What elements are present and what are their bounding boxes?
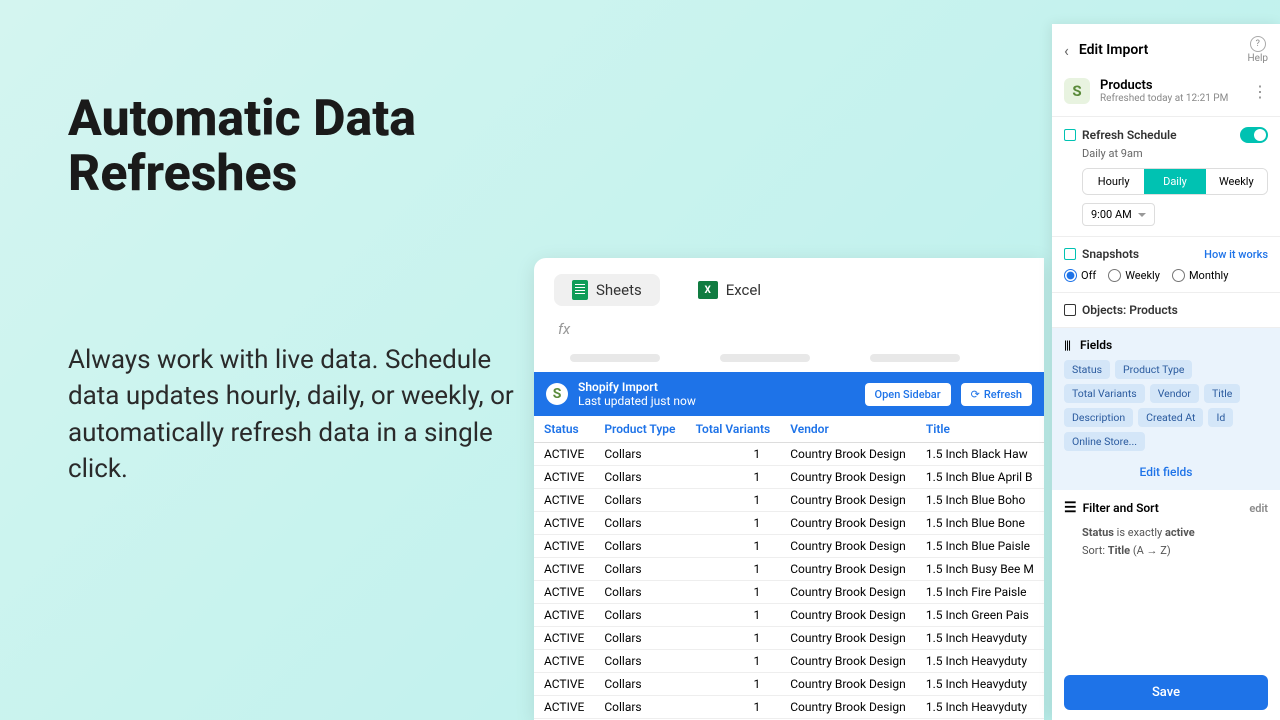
- back-button[interactable]: ‹: [1064, 41, 1069, 60]
- field-chip[interactable]: Total Variants: [1064, 384, 1145, 403]
- shopify-badge-icon: S: [546, 383, 568, 405]
- refresh-schedule-title: Refresh Schedule: [1082, 128, 1177, 142]
- banner-title: Shopify Import: [578, 380, 855, 394]
- snap-monthly[interactable]: Monthly: [1172, 269, 1229, 282]
- objects-title: Objects: Products: [1082, 303, 1178, 317]
- time-select[interactable]: 9:00 AM: [1082, 203, 1155, 226]
- table-row[interactable]: ACTIVECollars1Country Brook Design1.5 In…: [534, 604, 1044, 627]
- table-row[interactable]: ACTIVECollars1Country Brook Design1.5 In…: [534, 443, 1044, 466]
- how-it-works-link[interactable]: How it works: [1204, 248, 1268, 261]
- refresh-button[interactable]: ⟳Refresh: [961, 383, 1032, 406]
- table-row[interactable]: ACTIVECollars1Country Brook Design1.5 In…: [534, 558, 1044, 581]
- tab-excel-label: Excel: [726, 281, 761, 299]
- tab-sheets[interactable]: Sheets: [554, 274, 660, 306]
- col-header[interactable]: Title: [916, 416, 1044, 443]
- filter-icon: ☰: [1064, 500, 1077, 516]
- object-icon: [1064, 304, 1076, 316]
- import-banner: S Shopify Import Last updated just now O…: [534, 372, 1044, 416]
- snap-weekly[interactable]: Weekly: [1108, 269, 1160, 282]
- freq-hourly[interactable]: Hourly: [1083, 169, 1144, 194]
- snapshot-icon: [1064, 248, 1076, 260]
- table-row[interactable]: ACTIVECollars1Country Brook Design1.5 In…: [534, 466, 1044, 489]
- edit-fields-link[interactable]: Edit fields: [1140, 465, 1193, 479]
- spreadsheet-panel: Sheets X Excel fx S Shopify Import Last …: [534, 258, 1044, 720]
- sidebar-panel: ‹ Edit Import Help S Products Refreshed …: [1052, 24, 1280, 720]
- field-chip[interactable]: Online Store...: [1064, 432, 1145, 451]
- table-row[interactable]: ACTIVECollars1Country Brook Design1.5 In…: [534, 489, 1044, 512]
- formula-bar[interactable]: fx: [534, 314, 1044, 344]
- tab-sheets-label: Sheets: [596, 281, 642, 299]
- open-sidebar-button[interactable]: Open Sidebar: [865, 383, 951, 406]
- hero-title: Automatic Data Refreshes: [68, 92, 548, 202]
- table-row[interactable]: ACTIVECollars1Country Brook Design1.5 In…: [534, 696, 1044, 719]
- sidebar-title: Edit Import: [1079, 42, 1238, 58]
- fields-title: Fields: [1080, 338, 1112, 352]
- product-badge-icon: S: [1064, 78, 1090, 104]
- field-chip[interactable]: Description: [1064, 408, 1133, 427]
- table-row[interactable]: ACTIVECollars1Country Brook Design1.5 In…: [534, 673, 1044, 696]
- freq-weekly[interactable]: Weekly: [1206, 169, 1267, 194]
- filter-title: Filter and Sort: [1083, 501, 1159, 515]
- excel-icon: X: [698, 281, 718, 299]
- refresh-toggle[interactable]: [1240, 127, 1268, 143]
- hero-body: Always work with live data. Schedule dat…: [68, 342, 548, 488]
- product-menu-button[interactable]: ⋮: [1252, 82, 1268, 101]
- field-chip[interactable]: Status: [1064, 360, 1110, 379]
- table-row[interactable]: ACTIVECollars1Country Brook Design1.5 In…: [534, 650, 1044, 673]
- refresh-icon: ⟳: [971, 388, 980, 401]
- field-chip[interactable]: Title: [1204, 384, 1240, 403]
- fields-icon: [1064, 338, 1074, 352]
- frequency-segment: Hourly Daily Weekly: [1082, 168, 1268, 195]
- sheets-icon: [572, 280, 588, 300]
- products-table: StatusProduct TypeTotal VariantsVendorTi…: [534, 416, 1044, 720]
- refresh-schedule-sub: Daily at 9am: [1082, 147, 1268, 160]
- field-chip[interactable]: Product Type: [1115, 360, 1192, 379]
- save-button[interactable]: Save: [1064, 675, 1268, 710]
- calendar-icon: [1064, 129, 1076, 141]
- help-button[interactable]: Help: [1248, 36, 1268, 64]
- col-header[interactable]: Total Variants: [686, 416, 781, 443]
- product-refreshed: Refreshed today at 12:21 PM: [1100, 93, 1242, 104]
- banner-subtitle: Last updated just now: [578, 394, 855, 408]
- table-row[interactable]: ACTIVECollars1Country Brook Design1.5 In…: [534, 627, 1044, 650]
- table-row[interactable]: ACTIVECollars1Country Brook Design1.5 In…: [534, 512, 1044, 535]
- freq-daily[interactable]: Daily: [1144, 169, 1205, 194]
- table-row[interactable]: ACTIVECollars1Country Brook Design1.5 In…: [534, 581, 1044, 604]
- col-header[interactable]: Product Type: [594, 416, 685, 443]
- table-row[interactable]: ACTIVECollars1Country Brook Design1.5 In…: [534, 535, 1044, 558]
- tab-excel[interactable]: X Excel: [680, 274, 779, 306]
- snap-off[interactable]: Off: [1064, 269, 1096, 282]
- field-chip[interactable]: Id: [1208, 408, 1233, 427]
- chevron-down-icon: [1138, 213, 1146, 221]
- placeholder-row: [534, 344, 1044, 372]
- col-header[interactable]: Status: [534, 416, 594, 443]
- snapshots-title: Snapshots: [1082, 247, 1139, 261]
- product-name: Products: [1100, 78, 1242, 93]
- filter-summary: Status is exactly active Sort: Title (A …: [1082, 524, 1268, 559]
- field-chip[interactable]: Vendor: [1150, 384, 1199, 403]
- filter-edit-link[interactable]: edit: [1249, 502, 1268, 515]
- col-header[interactable]: Vendor: [780, 416, 916, 443]
- field-chip[interactable]: Created At: [1138, 408, 1203, 427]
